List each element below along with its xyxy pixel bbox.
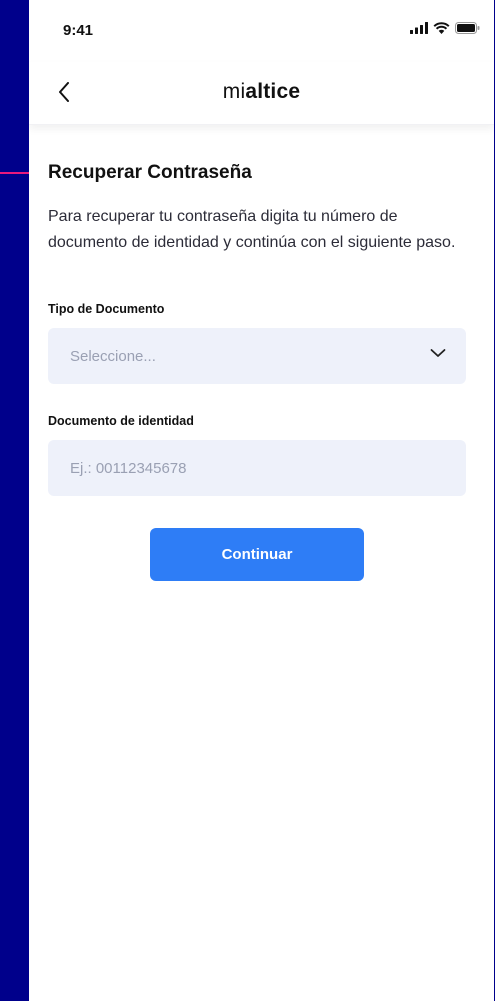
phone-screen: 9:41 mialtice Recuperar Contraseña Para … (29, 0, 494, 1001)
logo-light-text: mi (222, 80, 246, 103)
doc-id-label: Documento de identidad (48, 414, 194, 428)
logo-bold-text: altice (245, 80, 301, 103)
page-title: Recuperar Contraseña (48, 162, 252, 183)
doc-type-placeholder: Seleccione... (70, 347, 156, 365)
continue-button[interactable]: Continuar (150, 528, 364, 581)
wifi-icon (433, 22, 450, 34)
app-logo: mialtice (29, 80, 494, 104)
status-bar: 9:41 (29, 0, 494, 62)
app-header: mialtice (29, 62, 494, 125)
status-icons (410, 22, 480, 34)
doc-type-select[interactable]: Seleccione... (48, 328, 466, 384)
signal-icon (410, 22, 428, 34)
chevron-down-icon (430, 349, 446, 357)
doc-type-label: Tipo de Documento (48, 302, 165, 316)
status-time: 9:41 (63, 22, 94, 39)
page-description: Para recuperar tu contraseña digita tu n… (48, 208, 456, 251)
doc-id-input[interactable]: Ej.: 00112345678 (48, 440, 466, 496)
doc-id-placeholder: Ej.: 00112345678 (70, 459, 187, 477)
battery-icon (455, 22, 480, 34)
